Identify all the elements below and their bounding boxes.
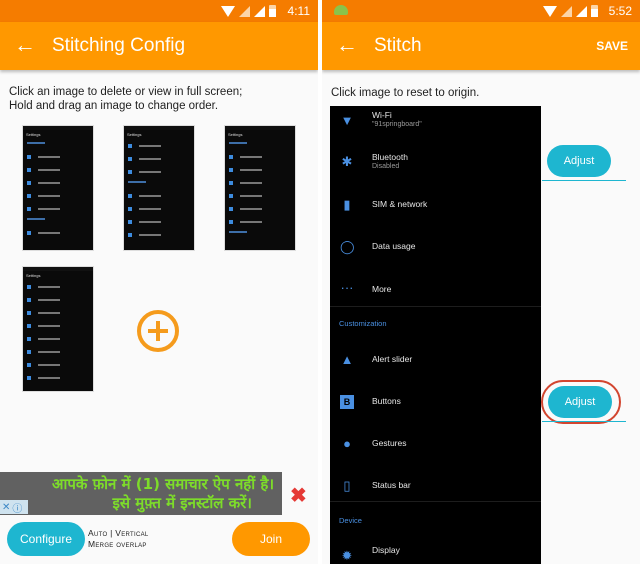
ad-text: आपके फ़ोन में (1) समाचार ऐप नहीं है। bbox=[52, 475, 274, 493]
screenshot-thumbnail[interactable]: Settings bbox=[224, 125, 296, 251]
bell-icon: ▲ bbox=[340, 352, 354, 367]
thumbnail-header: Settings bbox=[26, 273, 41, 278]
instructions-line: Click an image to delete or view in full… bbox=[9, 86, 243, 98]
screenshot-thumbnail[interactable]: Settings bbox=[22, 266, 94, 392]
item-label: Status bar bbox=[372, 480, 411, 490]
battery-icon bbox=[591, 5, 598, 17]
stitched-image[interactable]: ▼ Wi-Fi "91springboard" ✱ Bluetooth Disa… bbox=[330, 106, 541, 564]
divider bbox=[330, 306, 541, 307]
data-usage-icon: ◯ bbox=[340, 239, 355, 254]
thumbnail-header: Settings bbox=[127, 132, 142, 137]
buttons-icon: B bbox=[340, 395, 354, 409]
close-x-icon[interactable]: ✖ bbox=[290, 483, 307, 508]
item-label: Wi-Fi bbox=[372, 110, 392, 120]
display-icon: ✹ bbox=[341, 548, 353, 563]
screenshot-thumbnail[interactable]: Settings bbox=[123, 125, 195, 251]
item-sub: Disabled bbox=[372, 163, 400, 170]
cell-signal-icon bbox=[254, 5, 265, 17]
wifi-signal-icon bbox=[543, 5, 557, 17]
status-icons bbox=[221, 5, 276, 17]
adjust-button[interactable]: Adjust bbox=[548, 386, 612, 418]
mode-line: Auto | Vertical bbox=[88, 528, 149, 538]
join-button[interactable]: Join bbox=[232, 522, 310, 556]
info-icon[interactable]: ⓘ bbox=[12, 500, 22, 515]
app-bar: ← Stitch SAVE bbox=[322, 22, 640, 70]
instructions: Click image to reset to origin. bbox=[331, 87, 480, 99]
battery-icon bbox=[269, 5, 276, 17]
item-label: Gestures bbox=[372, 438, 407, 448]
item-label: Buttons bbox=[372, 396, 401, 406]
divider bbox=[330, 501, 541, 502]
arrow-left-icon[interactable]: ← bbox=[336, 33, 358, 57]
app-bar: ← Stitching Config bbox=[0, 22, 318, 70]
wifi-signal-icon bbox=[221, 5, 235, 17]
section-header: Device bbox=[339, 516, 362, 525]
split-line-handle[interactable] bbox=[542, 421, 626, 422]
status-time: 5:52 bbox=[608, 4, 632, 18]
item-label: Bluetooth bbox=[372, 152, 408, 162]
arrow-left-icon[interactable]: ← bbox=[14, 33, 36, 57]
status-time: 4:11 bbox=[287, 4, 310, 18]
split-line-handle[interactable] bbox=[542, 180, 626, 181]
ad-dismiss-icon[interactable]: ✕ bbox=[2, 502, 10, 513]
ad-choices[interactable]: ✕ ⓘ bbox=[0, 500, 28, 515]
screenshot-thumbnail[interactable]: Settings bbox=[22, 125, 94, 251]
status-bar-icon: ▯ bbox=[343, 478, 351, 493]
item-sub: "91springboard" bbox=[372, 121, 422, 128]
thumbnail-header: Settings bbox=[26, 132, 41, 137]
ad-banner[interactable]: आपके फ़ोन में (1) समाचार ऐप नहीं है। इसे… bbox=[0, 472, 282, 515]
page-title: Stitching Config bbox=[52, 35, 186, 56]
left-screen: 4:11 ← Stitching Config Click an image t… bbox=[0, 0, 318, 564]
item-label: Data usage bbox=[372, 241, 416, 251]
status-icons bbox=[543, 5, 598, 17]
item-label: Alert slider bbox=[372, 354, 413, 364]
item-label: More bbox=[372, 284, 392, 294]
android-notification-icon bbox=[334, 5, 348, 15]
more-dots-icon: ··· bbox=[340, 280, 354, 295]
cell-signal-icon bbox=[239, 5, 250, 17]
instructions: Click an image to delete or view in full… bbox=[9, 85, 242, 113]
configure-button[interactable]: Configure bbox=[7, 522, 85, 556]
plus-circle-icon[interactable] bbox=[137, 310, 179, 352]
merge-mode-label: Auto | Vertical Merge overlap bbox=[88, 528, 149, 550]
item-label: SIM & network bbox=[372, 199, 428, 209]
status-bar: 4:11 bbox=[0, 0, 318, 22]
sim-icon: ▮ bbox=[343, 197, 351, 212]
right-screen: 5:52 ← Stitch SAVE Click image to reset … bbox=[322, 0, 640, 564]
wifi-icon: ▼ bbox=[340, 113, 354, 128]
status-bar: 5:52 bbox=[322, 0, 640, 22]
item-label: Display bbox=[372, 545, 400, 555]
cell-signal-icon bbox=[561, 5, 572, 17]
save-button[interactable]: SAVE bbox=[596, 39, 628, 53]
adjust-button[interactable]: Adjust bbox=[547, 145, 611, 177]
ad-text: इसे मुफ़्त में इनस्टॉल करें। bbox=[112, 494, 252, 512]
mode-line: Merge overlap bbox=[88, 539, 147, 549]
thumbnail-header: Settings bbox=[228, 132, 243, 137]
page-title: Stitch bbox=[374, 35, 422, 56]
section-header: Customization bbox=[339, 319, 387, 328]
cell-signal-icon bbox=[576, 5, 587, 17]
bluetooth-icon: ✱ bbox=[341, 154, 353, 169]
instructions-line: Hold and drag an image to change order. bbox=[9, 100, 219, 112]
gestures-icon: ● bbox=[343, 436, 351, 451]
